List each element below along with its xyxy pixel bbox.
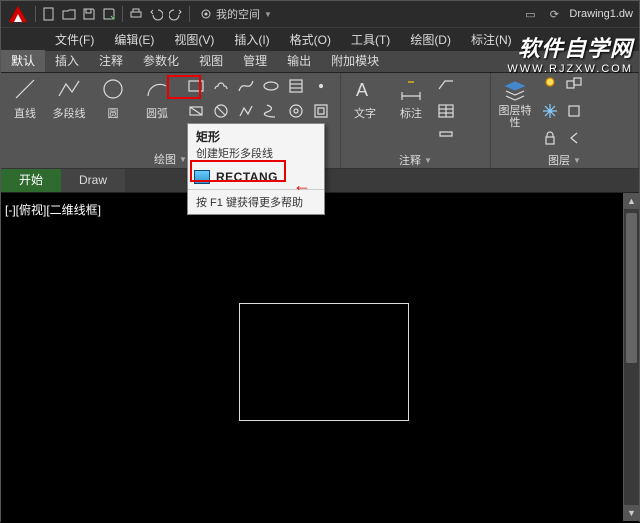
menu-edit[interactable]: 编辑(E) [104,28,164,52]
print-icon[interactable] [127,5,145,23]
ribbon-tab-parametric[interactable]: 参数化 [133,50,189,72]
tool-helix-icon[interactable] [260,100,282,122]
tool-point-icon[interactable] [310,75,332,97]
ribbon-tab-insert[interactable]: 插入 [45,50,89,72]
redo-icon[interactable] [167,5,185,23]
tool-circle[interactable]: 圆 [93,75,133,121]
svg-text:A: A [356,80,368,100]
dimension-icon [397,75,425,103]
tool-layer-props[interactable]: 图层特性 [495,75,535,129]
tool-circle-label: 圆 [108,105,119,121]
tool-3dpoly-icon[interactable] [235,100,257,122]
quick-access-toolbar: 我的空间 ▼ ▭ ⟳ Drawing1.dw [1,1,639,27]
ribbon-tab-output[interactable]: 输出 [277,50,321,72]
polyline-icon [55,75,83,103]
tool-spline[interactable] [235,75,257,97]
tool-boundary-icon[interactable] [310,100,332,122]
layer-props-icon [501,75,529,103]
open-icon[interactable] [60,5,78,23]
doc-tab-drawing[interactable]: Draw [61,168,125,192]
tool-leader-icon[interactable] [437,75,455,98]
app-window: 我的空间 ▼ ▭ ⟳ Drawing1.dw 文件(F) 编辑(E) 视图(V)… [0,0,640,522]
tooltip-desc: 创建矩形多段线 [188,145,324,165]
layer-match-icon[interactable] [565,75,583,98]
new-icon[interactable] [40,5,58,23]
tool-arc[interactable]: 圆弧 [137,75,177,121]
tool-arc-label: 圆弧 [146,105,168,121]
tool-layerprops-label: 图层特性 [495,105,535,129]
saveas-icon[interactable] [100,5,118,23]
scroll-up-icon[interactable]: ▲ [624,193,639,209]
ribbon-tabs: 默认 插入 注释 参数化 视图 管理 输出 附加模块 [1,51,639,73]
tool-polyline-label: 多段线 [53,105,86,121]
layer-bulb-icon[interactable] [541,75,559,98]
menu-format[interactable]: 格式(O) [280,28,341,52]
panel-layers: 图层特性 图层▼ [491,73,639,168]
tool-dim-label: 标注 [400,105,422,121]
tool-rectangle[interactable] [185,75,207,97]
drawn-rectangle [239,303,409,421]
device-icon[interactable]: ▭ [521,5,539,23]
arc-icon [143,75,171,103]
ribbon-tab-view[interactable]: 视图 [189,50,233,72]
circle-icon [99,75,127,103]
annotation-arrow-icon: ← [293,175,311,196]
panel-annotate: A 文字 标注 注释▼ [341,73,491,168]
panel-layer-label[interactable]: 图层▼ [495,152,634,168]
line-icon [11,75,39,103]
vertical-scrollbar[interactable]: ▲ ▼ [623,193,639,521]
menu-dim[interactable]: 标注(N) [461,28,522,52]
menu-draw[interactable]: 绘图(D) [400,28,461,52]
menu-bar: 文件(F) 编辑(E) 视图(V) 插入(I) 格式(O) 工具(T) 绘图(D… [1,27,639,51]
scroll-thumb[interactable] [626,213,637,363]
viewport-label[interactable]: [-][俯视][二维线框] [5,201,101,218]
menu-tools[interactable]: 工具(T) [341,28,400,52]
tool-region-icon[interactable] [185,100,207,122]
tool-dimension[interactable]: 标注 [391,75,431,121]
tool-polyline[interactable]: 多段线 [49,75,89,121]
ribbon-tab-addins[interactable]: 附加模块 [321,50,389,72]
tool-line[interactable]: 直线 [5,75,45,121]
layer-freeze-icon[interactable] [541,102,559,125]
menu-file[interactable]: 文件(F) [45,28,104,52]
tool-donut-icon[interactable] [285,100,307,122]
tooltip-rectangle: 矩形 创建矩形多段线 RECTANG 按 F1 键获得更多帮助 [187,123,325,215]
drawing-canvas[interactable]: [-][俯视][二维线框] [1,193,639,523]
tool-wipeout-icon[interactable] [210,100,232,122]
undo-icon[interactable] [147,5,165,23]
tool-ellipse[interactable] [260,75,282,97]
document-title: Drawing1.dw [569,8,633,20]
tool-revcloud[interactable] [210,75,232,97]
scroll-down-icon[interactable]: ▼ [624,505,639,521]
save-icon[interactable] [80,5,98,23]
app-logo-icon[interactable] [5,3,31,25]
layer-iso-icon[interactable] [565,102,583,125]
ribbon-tab-manage[interactable]: 管理 [233,50,277,72]
tool-hatch[interactable] [285,75,307,97]
layer-prev-icon[interactable] [565,129,583,152]
doc-tab-start[interactable]: 开始 [1,168,61,192]
menu-insert[interactable]: 插入(I) [224,28,279,52]
tool-table-icon[interactable] [437,102,455,125]
tool-mleader-icon[interactable] [437,129,455,152]
tool-line-label: 直线 [14,105,36,121]
rectang-cmd-icon [194,170,210,184]
tooltip-title: 矩形 [188,124,324,145]
tool-text-label: 文字 [354,105,376,121]
workspace-dropdown[interactable]: 我的空间 ▼ [200,6,272,22]
layer-lock-icon[interactable] [541,129,559,152]
ribbon-tab-annotate[interactable]: 注释 [89,50,133,72]
menu-view[interactable]: 视图(V) [164,28,224,52]
sync-icon[interactable]: ⟳ [545,5,563,23]
tool-text[interactable]: A 文字 [345,75,385,121]
ribbon-tab-default[interactable]: 默认 [1,50,45,72]
tooltip-command: RECTANG [216,170,278,184]
workspace-label: 我的空间 [216,6,260,22]
text-icon: A [351,75,379,103]
panel-annot-label[interactable]: 注释▼ [345,152,486,168]
